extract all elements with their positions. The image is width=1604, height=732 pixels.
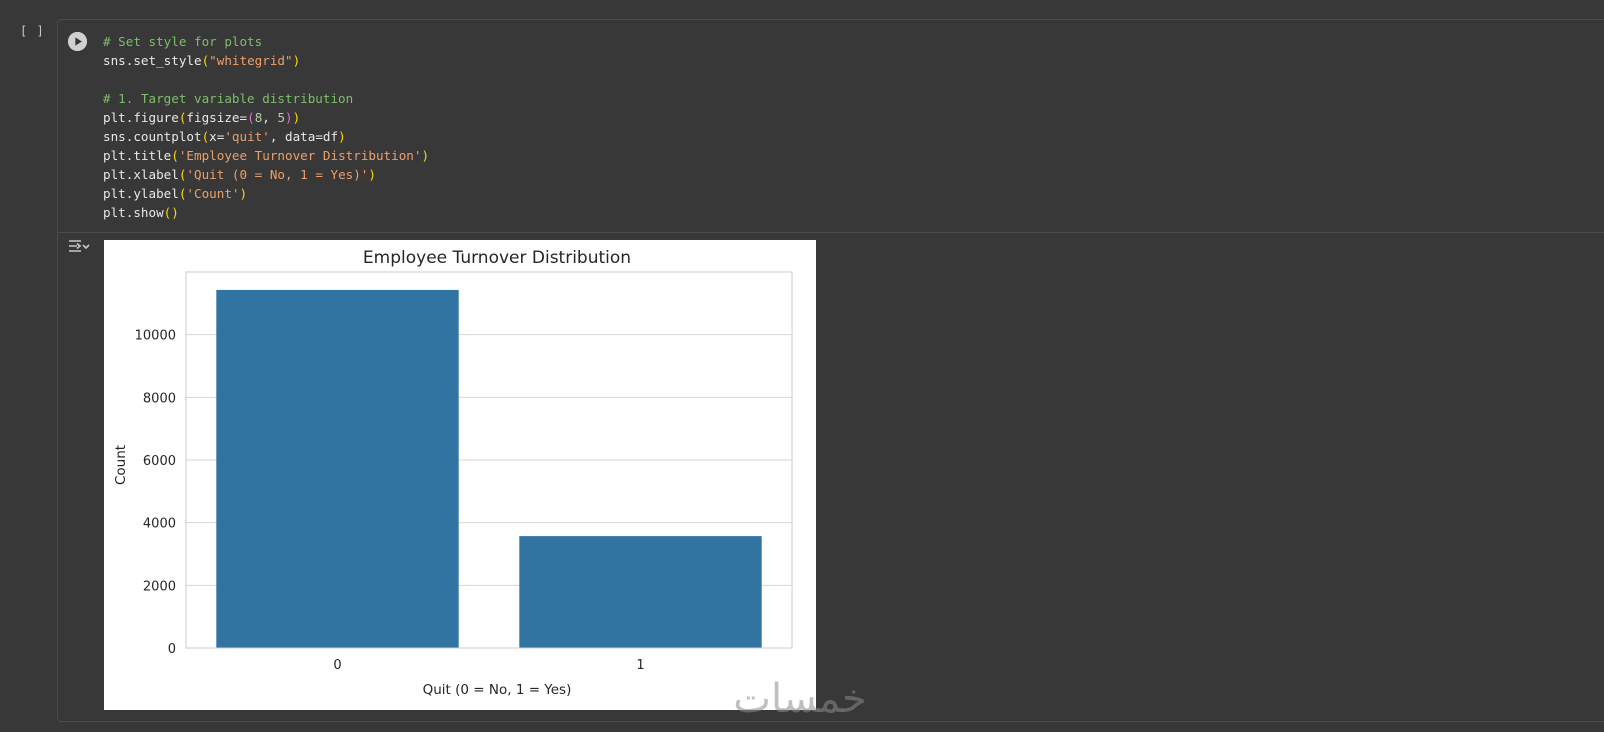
y-tick-label: 8000 (143, 391, 176, 406)
code-token: 'Employee Turnover Distribution' (178, 148, 422, 163)
y-tick-label: 2000 (143, 579, 176, 594)
code-token: ) (292, 53, 301, 68)
play-circle-icon (68, 32, 87, 51)
code-line: plt.show() (103, 203, 429, 222)
bar-1 (519, 536, 762, 648)
code-line: plt.xlabel('Quit (0 = No, 1 = Yes)') (103, 165, 429, 184)
code-token: "whitegrid" (209, 53, 293, 68)
code-line: plt.title('Employee Turnover Distributio… (103, 146, 429, 165)
code-text[interactable]: # Set style for plots sns.set_style("whit… (103, 32, 429, 222)
run-cell-button[interactable] (68, 32, 87, 51)
code-token: ( (247, 110, 255, 125)
svg-text:خمسات: خمسات (733, 676, 866, 720)
y-tick-label: 6000 (143, 454, 176, 469)
code-token: 'quit' (224, 129, 270, 144)
output-toggle-icon[interactable] (68, 239, 90, 255)
code-token: 'Quit (0 = No, 1 = Yes)' (186, 167, 369, 182)
code-editor[interactable]: # Set style for plots sns.set_style("whit… (58, 20, 1604, 233)
code-line: # 1. Target variable distribution (103, 89, 429, 108)
code-token: figsize= (186, 110, 248, 125)
code-token: sns.set_style (103, 53, 202, 68)
code-token: ) (368, 167, 376, 182)
x-axis-label: Quit (0 = No, 1 = Yes) (423, 682, 572, 698)
notebook-cell[interactable]: # Set style for plots sns.set_style("whit… (57, 19, 1604, 722)
y-tick-label: 10000 (135, 329, 176, 344)
code-token: plt.show (103, 205, 164, 220)
code-token: plt.xlabel (103, 167, 179, 182)
code-line: plt.figure(figsize=(8, 5)) (103, 108, 429, 127)
y-tick-label: 4000 (143, 517, 176, 532)
code-token: ) (292, 110, 301, 125)
code-token: x= (209, 129, 225, 144)
x-tick-label: 0 (333, 658, 341, 673)
code-token: ( (171, 148, 179, 163)
code-line: sns.set_style("whitegrid") (103, 51, 429, 70)
y-axis-label: Count (113, 445, 129, 485)
code-line: plt.ylabel('Count') (103, 184, 429, 203)
code-line: sns.countplot(x='quit', data=df) (103, 127, 429, 146)
chart-title: Employee Turnover Distribution (363, 248, 631, 268)
code-token: # Set style for plots (103, 34, 263, 49)
code-token: ) (285, 110, 293, 125)
bar-0 (216, 289, 459, 648)
code-token: plt.title (103, 148, 172, 163)
x-tick-label: 1 (636, 658, 644, 673)
code-token: , data=df (269, 129, 339, 144)
y-tick-label: 0 (168, 642, 176, 657)
plot-output: 0 2000 4000 6000 8000 10000 0 1 Employee Turnov… (104, 240, 816, 710)
code-token: sns.countplot (103, 129, 202, 144)
code-token: plt.ylabel (103, 186, 179, 201)
code-token: ) (239, 186, 248, 201)
watermark-logo: خمسات (705, 672, 895, 722)
code-token: , (262, 110, 278, 125)
code-token: () (163, 205, 179, 220)
chart-svg: 0 2000 4000 6000 8000 10000 0 1 Employee Turnov… (113, 248, 793, 698)
code-line: # Set style for plots (103, 32, 429, 51)
code-token: ) (338, 129, 346, 144)
execution-count: [ ] (20, 24, 45, 38)
code-token: 'Count' (186, 186, 240, 201)
code-token: # 1. Target variable distribution (103, 91, 354, 106)
code-token: plt.figure (103, 110, 179, 125)
code-token: ) (421, 148, 430, 163)
code-token: 5 (277, 110, 286, 125)
